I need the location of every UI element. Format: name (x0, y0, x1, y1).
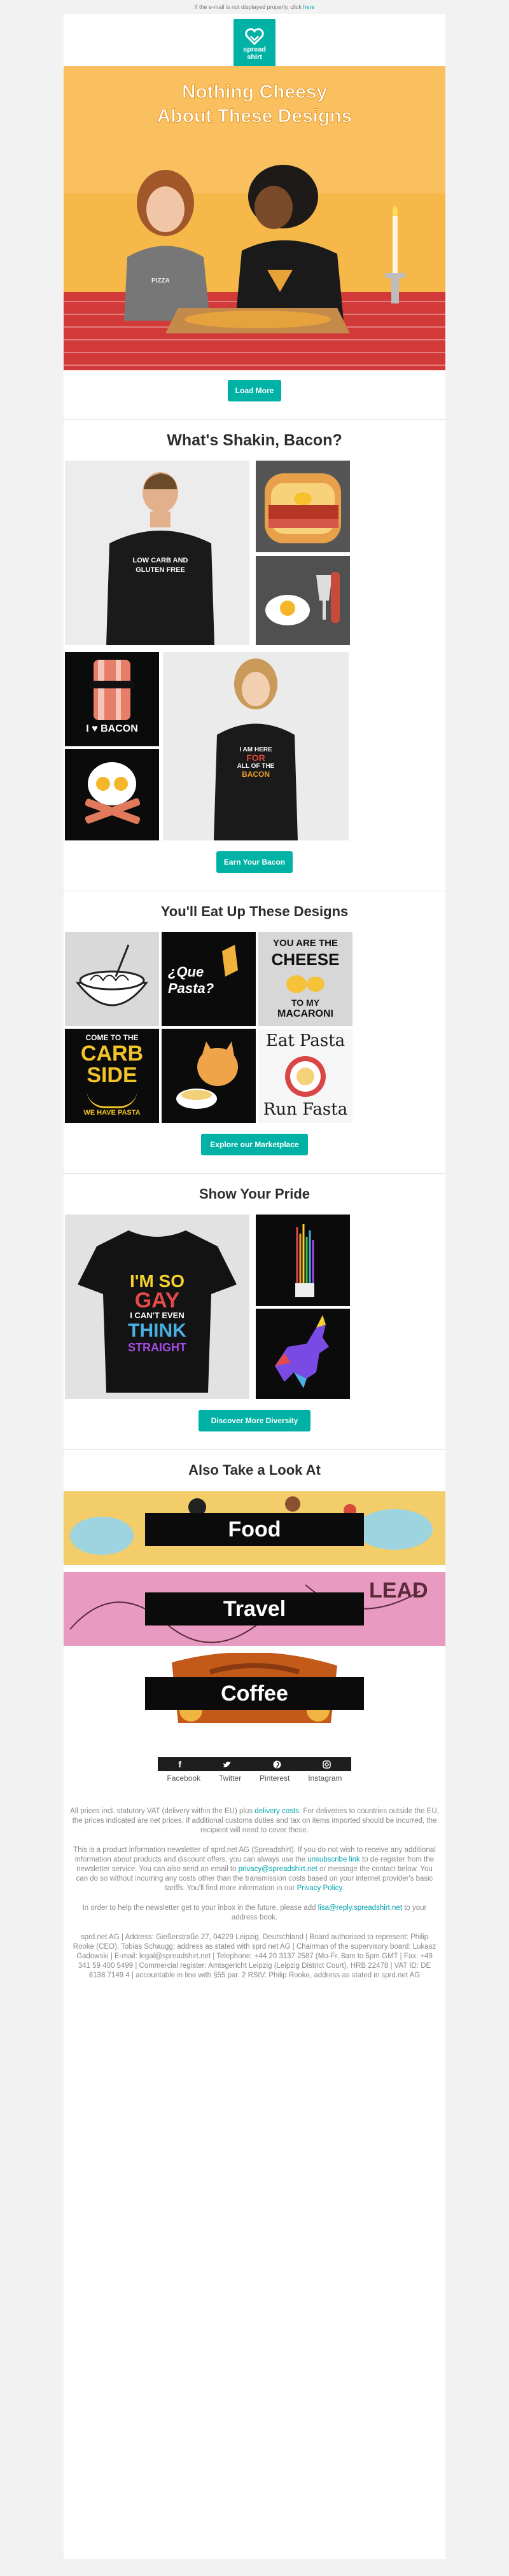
also-heading: Also Take a Look At (188, 1462, 321, 1478)
food-banner[interactable]: Food (64, 1491, 445, 1565)
email-body: spread shirt Nothing Cheesy About These … (64, 14, 445, 2559)
spaghetti-bowl-image[interactable] (65, 932, 159, 1026)
reply-email-link[interactable]: lisa@reply.spreadshirt.net (318, 1904, 402, 1912)
unsubscribe-link[interactable]: unsubscribe link (307, 1856, 359, 1863)
hero-image[interactable]: Nothing Cheesy About These Designs PIZZA (64, 66, 445, 370)
carb-line-3: SIDE (87, 1063, 137, 1087)
pride-line-5: STRAIGHT (128, 1341, 186, 1354)
que-pasta-image[interactable]: ¿Que Pasta? (162, 932, 256, 1026)
footer-text: All prices incl. statutory VAT (delivery… (70, 1807, 253, 1815)
privacy-email-link[interactable]: privacy@spreadshirt.net (239, 1865, 317, 1873)
carb-line-2: CARB (80, 1041, 144, 1066)
footer-legal: sprd.net AG | Address: Gießerstraße 27, … (73, 1933, 436, 1979)
cheese-line-4: MACARONI (277, 1008, 333, 1019)
bacon-heading: What's Shakin, Bacon? (167, 431, 342, 449)
preheader-text: If the e-mail is not displayed properly,… (194, 4, 302, 10)
cheese-line-2: CHEESE (271, 950, 340, 969)
travel-banner-label: Travel (145, 1592, 364, 1626)
pride-unicorn-image[interactable] (256, 1309, 350, 1399)
pride-heading: Show Your Pride (199, 1186, 310, 1202)
spreadshirt-logo[interactable]: spread shirt (234, 19, 275, 69)
shirt1-line-2: GLUTEN FREE (136, 566, 185, 574)
i-love-bacon-text: I ♥ BACON (86, 723, 138, 734)
bacon-shirt-woman-image[interactable]: I AM HERE FOR ALL OF THE BACON (163, 652, 349, 840)
bacon-shirt-man-image[interactable]: LOW CARB AND GLUTEN FREE (65, 461, 249, 645)
hero-title-line-1: Nothing Cheesy (181, 81, 328, 103)
bacon-toast-image[interactable] (256, 461, 350, 552)
logo-line-1: spread (242, 46, 267, 53)
explore-marketplace-button[interactable]: Explore our Marketplace (201, 1134, 308, 1155)
coffee-banner-label: Coffee (145, 1677, 364, 1710)
pride-rubik-image[interactable] (256, 1215, 350, 1306)
footer: All prices incl. statutory VAT (delivery… (70, 1807, 439, 1991)
footer-address-book: In order to help the newsletter get to y… (70, 1904, 439, 1923)
pinterest-link[interactable]: Pinterest (260, 1774, 289, 1783)
hero-shirt-text: PIZZA (151, 277, 170, 284)
que-pasta-text: ¿Que Pasta? (168, 964, 214, 996)
instagram-link[interactable]: Instagram (308, 1774, 342, 1783)
food-banner-label: Food (145, 1513, 364, 1546)
bacon-egg-wine-image[interactable] (256, 556, 350, 645)
carb-line-4: WE HAVE PASTA (83, 1109, 141, 1117)
social-labels: Facebook Twitter Pinterest Instagram (158, 1774, 351, 1783)
footer-prices: All prices incl. statutory VAT (delivery… (70, 1807, 439, 1835)
pasta-heading: You'll Eat Up These Designs (160, 903, 349, 919)
pride-shirt-image[interactable]: I'M SO GAY I CAN'T EVEN THINK STRAIGHT (65, 1215, 249, 1399)
travel-banner[interactable]: LEAD Travel (64, 1572, 445, 1646)
twitter-link[interactable]: Twitter (219, 1774, 241, 1783)
divider (64, 419, 445, 420)
delivery-costs-link[interactable]: delivery costs (254, 1807, 299, 1815)
footer-text: In order to help the newsletter get to y… (82, 1904, 316, 1912)
load-more-button[interactable]: Load More (228, 380, 281, 401)
discover-diversity-button[interactable]: Discover More Diversity (199, 1410, 310, 1431)
svg-text:LEAD: LEAD (369, 1578, 428, 1603)
eat-pasta-run-fasta-image[interactable]: Eat Pasta Run Fasta (258, 1029, 352, 1123)
divider (64, 1173, 445, 1174)
earn-your-bacon-button[interactable]: Earn Your Bacon (216, 851, 293, 873)
shirt2-line-4: BACON (242, 770, 270, 779)
coffee-banner[interactable]: Coffee (64, 1653, 445, 1727)
bowl-icon (87, 1090, 137, 1108)
footer-newsletter-info: This is a product information newsletter… (73, 1846, 436, 1892)
preheader: If the e-mail is not displayed properly,… (0, 4, 509, 10)
heart-logo-icon (245, 28, 264, 46)
logo-line-2: shirt (247, 53, 262, 61)
cat-pasta-image[interactable] (162, 1029, 256, 1123)
preheader-link[interactable]: here (303, 4, 314, 10)
shirt1-line-1: LOW CARB AND (132, 557, 188, 564)
facebook-icon[interactable]: f (178, 1759, 181, 1769)
pinterest-icon[interactable] (273, 1760, 281, 1769)
eat-line-2: Run Fasta (263, 1100, 348, 1119)
facebook-link[interactable]: Facebook (167, 1774, 200, 1783)
divider (64, 1449, 445, 1450)
privacy-policy-link[interactable]: Privacy Policy (297, 1884, 342, 1892)
cheese-line-3: TO MY (291, 998, 320, 1008)
bacon-skull-image[interactable] (65, 749, 159, 840)
pride-line-4: THINK (128, 1320, 186, 1341)
social-block: f Facebook Twitter Pinterest Instagram (64, 1757, 445, 1788)
carb-side-image[interactable]: COME TO THE CARB SIDE WE HAVE PASTA (65, 1029, 159, 1123)
hero-title-line-2: About These Designs (157, 106, 352, 127)
cheese-line-1: YOU ARE THE (273, 938, 338, 949)
cheese-macaroni-image[interactable]: YOU ARE THE CHEESE TO MY MACARONI (258, 932, 352, 1026)
eat-line-1: Eat Pasta (265, 1031, 345, 1050)
pride-line-2: GAY (134, 1288, 180, 1312)
shirt2-line-2: FOR (246, 753, 265, 763)
social-icon-bar: f (158, 1757, 351, 1771)
instagram-icon[interactable] (322, 1760, 331, 1769)
i-love-bacon-image[interactable]: I ♥ BACON (65, 652, 159, 746)
twitter-icon[interactable] (223, 1760, 232, 1768)
